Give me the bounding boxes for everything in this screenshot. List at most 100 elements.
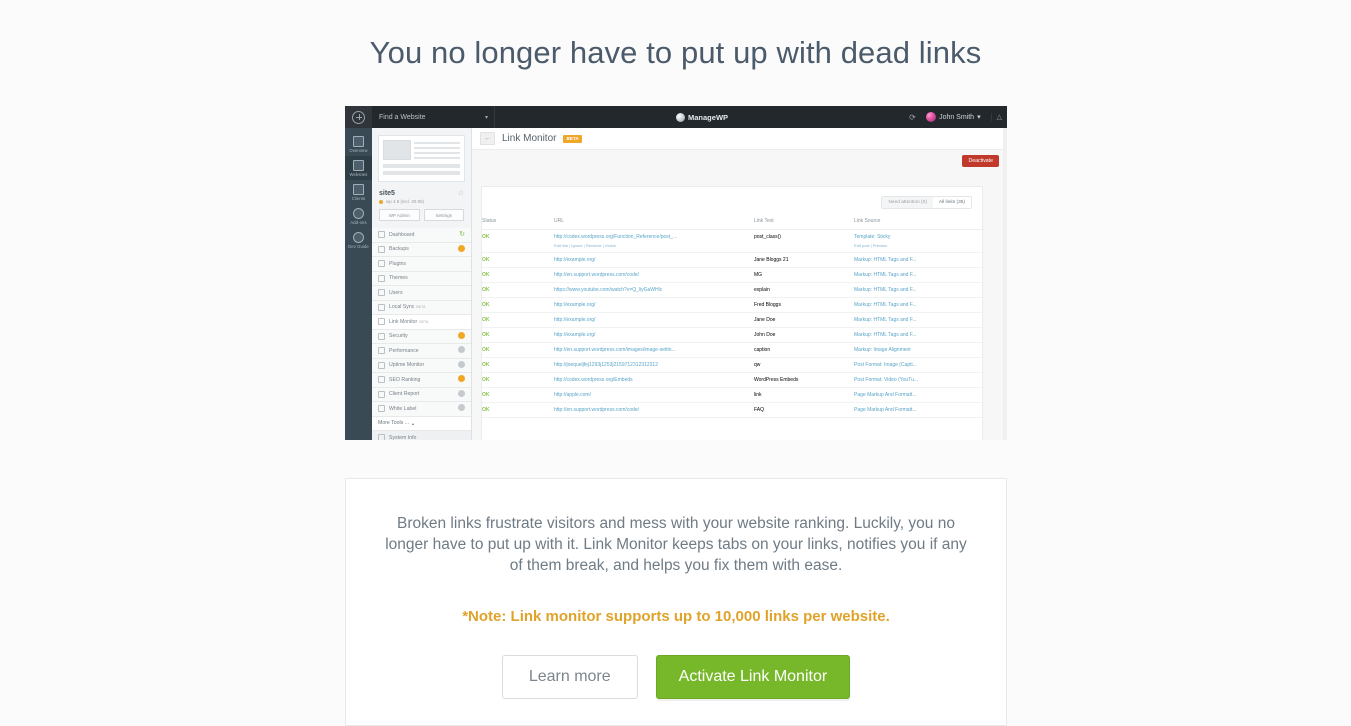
row-url[interactable]: http://en.support.wordpress.com/code/ <box>554 407 639 413</box>
gear-icon[interactable] <box>458 244 465 252</box>
row-url[interactable]: http://example.org/ <box>554 317 595 323</box>
bell-icon[interactable]: △ <box>990 113 1002 121</box>
row-link-source[interactable]: Page Markup And Formatt... <box>854 392 917 398</box>
gear-icon[interactable] <box>458 331 465 339</box>
more-tools-toggle[interactable]: More Tools ... ▴ <box>372 416 471 431</box>
gear-icon[interactable] <box>458 360 465 368</box>
edit-link-action[interactable]: Edit link <box>554 243 568 248</box>
row-link-source[interactable]: Markup: HTML Tags and F... <box>854 272 917 278</box>
row-url[interactable]: http://example.org/ <box>554 332 595 338</box>
unlink-action[interactable]: Unlink <box>605 243 616 248</box>
menu-item-plugins[interactable]: Plugins <box>372 257 471 272</box>
row-url[interactable]: http://example.org/ <box>554 257 595 263</box>
recheck-action[interactable]: Recheck <box>586 243 602 248</box>
star-icon[interactable]: ☆ <box>458 189 464 197</box>
menu-item-white-label[interactable]: White Label <box>372 402 471 417</box>
preview-action[interactable]: Preview <box>873 243 887 248</box>
row-link-source[interactable]: Page Markup And Formatt... <box>854 407 917 413</box>
column-header-status: Status <box>482 218 554 230</box>
brand-name: ManageWP <box>688 112 729 122</box>
row-link-source[interactable]: Post Format: Video (YouTu... <box>854 377 918 383</box>
column-header-url: URL <box>554 218 754 230</box>
row-url[interactable]: http://joequeljfej1293j1253j215971231231… <box>554 362 658 368</box>
row-link-source[interactable]: Markup: HTML Tags and F... <box>854 332 917 338</box>
row-url[interactable]: http://apple.com/ <box>554 392 591 398</box>
row-url[interactable]: http://en.support.wordpress.com/code/ <box>554 272 639 278</box>
gear-icon[interactable] <box>458 404 465 412</box>
table-row[interactable]: OK http://joequeljfej1293j1253j215971231… <box>482 357 984 373</box>
menu-item-seo-ranking[interactable]: SEO Ranking <box>372 373 471 388</box>
table-row[interactable]: OK http://codex.wordpress.org/Embeds Wor… <box>482 372 984 388</box>
table-row[interactable]: OK http://en.support.wordpress.com/image… <box>482 342 984 358</box>
row-link-source[interactable]: Post Format: Image (Capti... <box>854 362 917 368</box>
table-row[interactable]: OK http://apple.com/ link Page Markup An… <box>482 387 984 403</box>
scrollbar[interactable] <box>1003 128 1007 440</box>
gear-icon[interactable] <box>458 375 465 383</box>
tab-all-links[interactable]: All links (35) <box>932 197 971 208</box>
menu-label: White Label <box>389 405 417 412</box>
table-row[interactable]: OK http://en.support.wordpress.com/code/… <box>482 267 984 283</box>
activate-link-monitor-button[interactable]: Activate Link Monitor <box>655 655 851 699</box>
menu-item-users[interactable]: Users <box>372 286 471 301</box>
menu-item-local-sync[interactable]: Local Sync BETA <box>372 300 471 315</box>
deactivate-button[interactable]: Deactivate <box>962 155 999 167</box>
row-url[interactable]: http://codex.wordpress.org/Embeds <box>554 377 633 383</box>
wp-admin-button[interactable]: WP Admin <box>379 209 420 221</box>
row-link-source[interactable]: Template: Sticky <box>854 234 984 240</box>
table-row[interactable]: OK http://example.org/ Jane Doe Markup: … <box>482 312 984 328</box>
menu-item-dashboard[interactable]: Dashboard ↻ <box>372 228 471 243</box>
table-row[interactable]: OK http://en.support.wordpress.com/code/… <box>482 402 984 418</box>
find-website-placeholder: Find a Website <box>379 113 426 121</box>
menu-item-themes[interactable]: Themes <box>372 271 471 286</box>
row-link-source[interactable]: Markup: HTML Tags and F... <box>854 302 917 308</box>
rail-item-dev-guide[interactable]: Dev Guide <box>345 228 372 252</box>
rail-item-clients[interactable]: Clients <box>345 180 372 204</box>
status-badge: OK <box>482 392 490 398</box>
menu-item-performance[interactable]: Performance <box>372 344 471 359</box>
row-url[interactable]: http://codex.wordpress.org/Function_Refe… <box>554 234 754 240</box>
menu-item-security[interactable]: Security <box>372 329 471 344</box>
plus-circle-icon[interactable] <box>345 106 372 128</box>
row-link-source[interactable]: Markup: Image Alignment <box>854 347 911 353</box>
gear-icon[interactable] <box>458 346 465 354</box>
gear-icon[interactable] <box>458 389 465 397</box>
row-link-text: Jane Doe <box>754 312 854 328</box>
row-link-source[interactable]: Markup: HTML Tags and F... <box>854 257 917 263</box>
menu-item-uptime-monitor[interactable]: Uptime Monitor <box>372 358 471 373</box>
rail-item-websites[interactable]: Websites <box>345 156 375 180</box>
edit-post-action[interactable]: Edit post <box>854 243 870 248</box>
table-row[interactable]: OK http://example.org/ John Doe Markup: … <box>482 327 984 343</box>
menu-item-client-report[interactable]: Client Report <box>372 387 471 402</box>
tab-need-attention[interactable]: Need attention (0) <box>882 197 933 208</box>
user-menu[interactable]: John Smith ▾ <box>926 112 981 122</box>
row-link-source[interactable]: Markup: HTML Tags and F... <box>854 317 917 323</box>
sync-icon: ↻ <box>459 231 465 239</box>
find-website-input[interactable]: Find a Website ▾ <box>372 106 495 128</box>
site-settings-button[interactable]: Settings <box>423 209 464 221</box>
table-row[interactable]: OK http://example.org/ Fred Bloggs Marku… <box>482 297 984 313</box>
menu-item-link-monitor[interactable]: Link Monitor BETA <box>372 315 471 330</box>
learn-more-button[interactable]: Learn more <box>501 655 638 699</box>
menu-item-system-info[interactable]: System Info <box>372 431 471 440</box>
back-icon[interactable]: ← <box>480 132 495 145</box>
row-url[interactable]: https://www.youtube.com/watch?v=Q_liyGaW… <box>554 287 662 293</box>
row-link-source[interactable]: Markup: HTML Tags and F... <box>854 287 917 293</box>
row-url[interactable]: http://example.org/ <box>554 302 595 308</box>
table-row[interactable]: OK https://www.youtube.com/watch?v=Q_liy… <box>482 282 984 298</box>
menu-label: Plugins <box>389 260 407 267</box>
status-badge: OK <box>482 302 490 308</box>
menu-label: Client Report <box>389 391 420 398</box>
info-card: Broken links frustrate visitors and mess… <box>345 478 1007 726</box>
sync-icon[interactable]: ⟳ <box>909 113 918 122</box>
status-dot-icon <box>379 199 383 204</box>
rail-item-addons[interactable]: Add-ons <box>345 204 372 228</box>
status-badge: OK <box>482 407 490 413</box>
table-row[interactable]: OK http://example.org/ Jane Bloggs 21 Ma… <box>482 252 984 268</box>
rail-item-overview[interactable]: Overview <box>345 132 372 156</box>
chart-icon <box>353 136 364 147</box>
row-url[interactable]: http://en.support.wordpress.com/images/i… <box>554 347 676 353</box>
menu-item-backups[interactable]: Backups <box>372 242 471 257</box>
main-header: ← Link Monitor BETA <box>472 128 1007 150</box>
ignore-action[interactable]: Ignore <box>571 243 582 248</box>
table-row[interactable]: OK http://codex.wordpress.org/Function_R… <box>482 229 984 253</box>
